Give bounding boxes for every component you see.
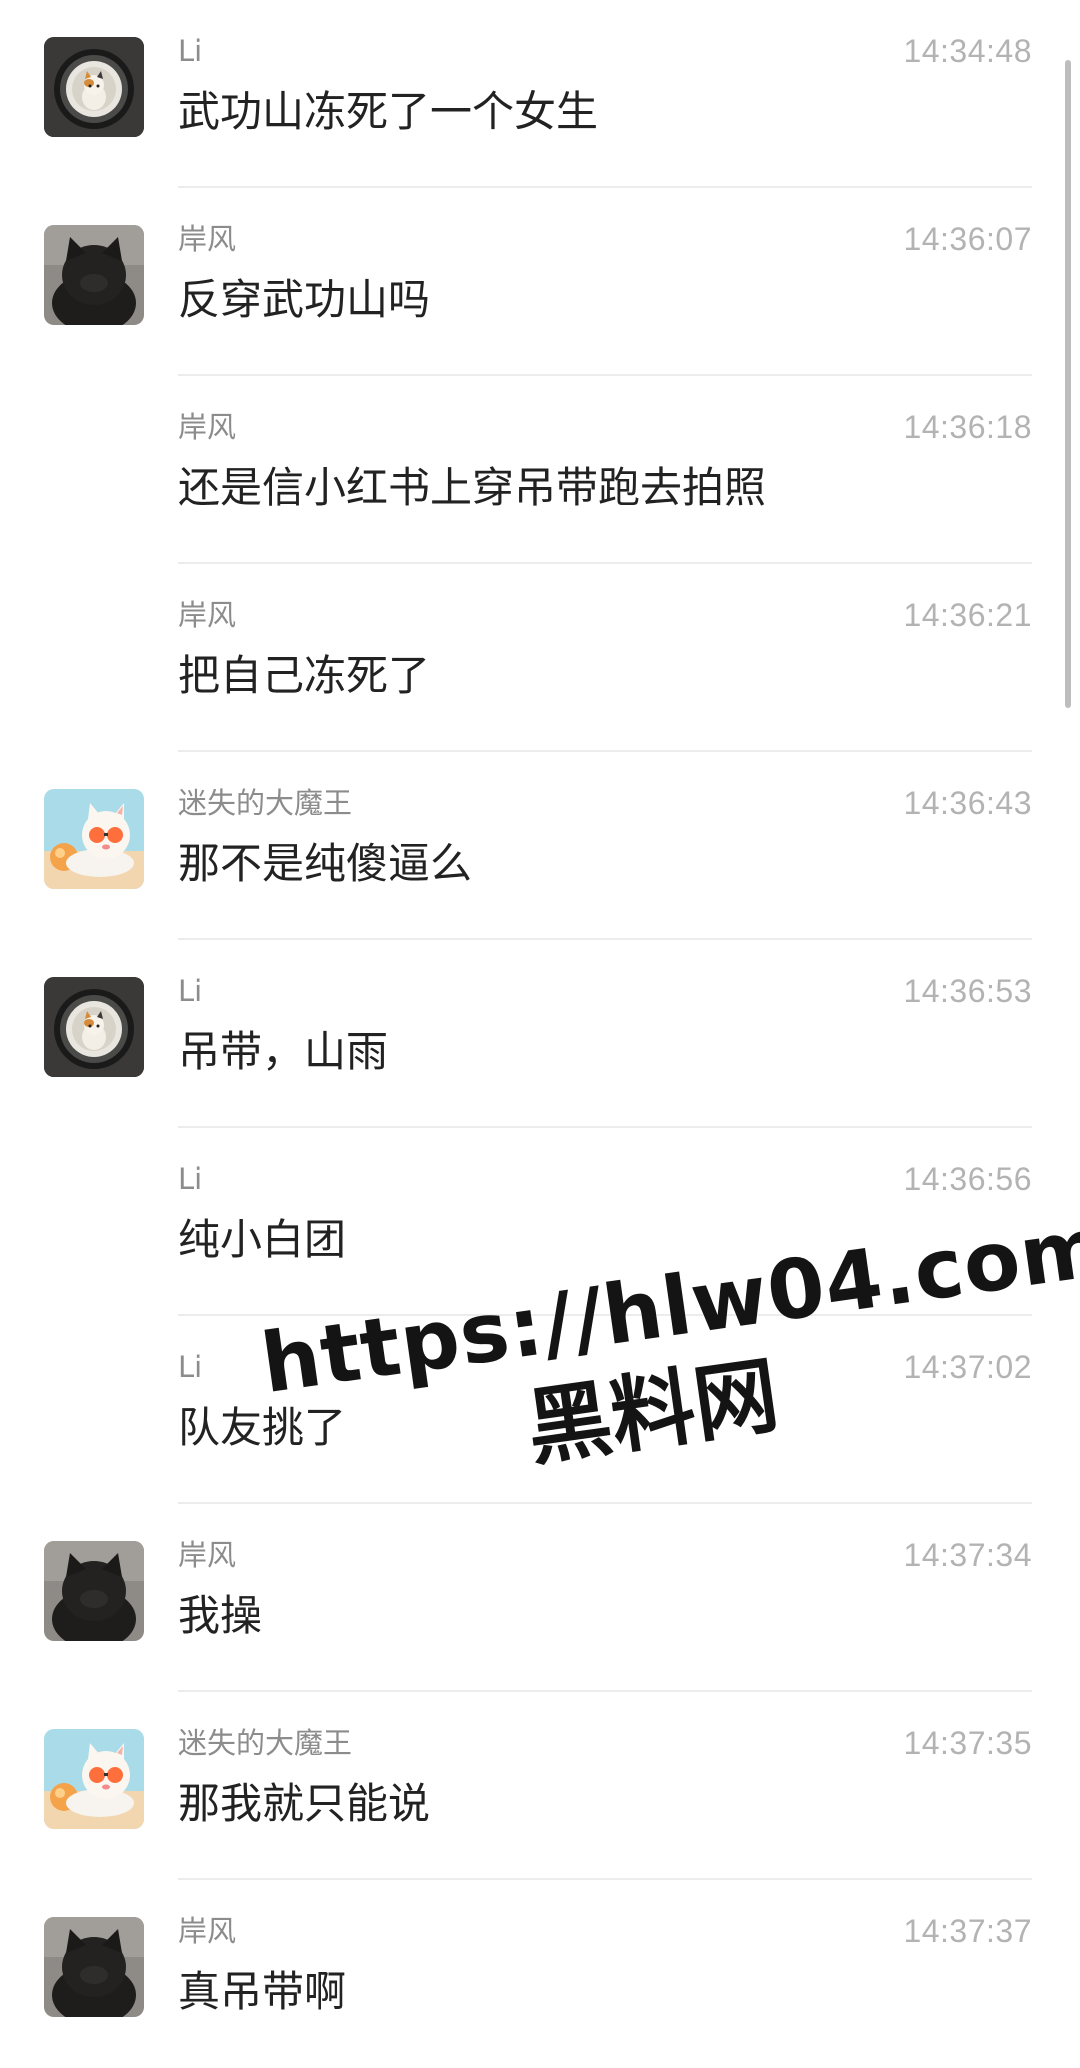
message-timestamp: 14:37:35 [903, 1725, 1032, 1761]
chat-message[interactable]: 岸风 14:36:07 反穿武功山吗 [0, 188, 1080, 376]
chat-message[interactable]: 迷失的大魔王 14:36:43 那不是纯傻逼么 [0, 752, 1080, 940]
cat-in-washing-machine-avatar-icon [44, 977, 144, 1077]
avatar[interactable] [44, 977, 144, 1077]
avatar[interactable] [44, 789, 144, 889]
avatar[interactable] [44, 1729, 144, 1829]
chat-message[interactable]: 岸风 14:37:34 我操 [0, 1504, 1080, 1692]
scrollbar[interactable] [1065, 60, 1071, 708]
black-cat-avatar-icon [44, 225, 144, 325]
chat-message[interactable]: Li 14:34:48 武功山冻死了一个女生 [0, 0, 1080, 188]
sender-name: Li [178, 974, 203, 1008]
sender-name: 岸风 [178, 410, 237, 444]
sender-name: 岸风 [178, 598, 237, 632]
chat-message[interactable]: Li 14:36:56 纯小白团 [0, 1128, 1080, 1316]
chat-message[interactable]: Li 14:37:02 队友挑了 [0, 1316, 1080, 1504]
avatar[interactable] [44, 1917, 144, 2017]
cartoon-cat-sunglasses-avatar-icon [44, 789, 144, 889]
message-timestamp: 14:37:37 [903, 1913, 1032, 1949]
sender-name: 岸风 [178, 1538, 237, 1572]
message-text: 那不是纯傻逼么 [178, 839, 473, 888]
sender-name: Li [178, 34, 203, 68]
message-text: 队友挑了 [178, 1403, 347, 1452]
message-timestamp: 14:37:34 [903, 1537, 1032, 1573]
avatar[interactable] [44, 225, 144, 325]
message-timestamp: 14:36:18 [903, 409, 1032, 445]
message-text: 还是信小红书上穿吊带跑去拍照 [178, 463, 767, 512]
black-cat-avatar-icon [44, 1917, 144, 2017]
message-text: 我操 [178, 1591, 263, 1640]
message-text: 把自己冻死了 [178, 651, 431, 700]
chat-message[interactable]: 迷失的大魔王 14:37:35 那我就只能说 [0, 1692, 1080, 1880]
chat-message[interactable]: Li 14:36:53 吊带，山雨 [0, 940, 1080, 1128]
avatar[interactable] [44, 37, 144, 137]
chat-message[interactable]: 岸风 14:36:18 还是信小红书上穿吊带跑去拍照 [0, 376, 1080, 564]
sender-name: 岸风 [178, 1914, 237, 1948]
message-timestamp: 14:37:02 [903, 1349, 1032, 1385]
message-timestamp: 14:36:56 [903, 1161, 1032, 1197]
chat-message[interactable]: 岸风 14:37:37 真吊带啊 [0, 1880, 1080, 2068]
black-cat-avatar-icon [44, 1541, 144, 1641]
chat-message[interactable]: 岸风 14:36:21 把自己冻死了 [0, 564, 1080, 752]
message-timestamp: 14:36:43 [903, 785, 1032, 821]
sender-name: 岸风 [178, 222, 237, 256]
message-text: 吊带，山雨 [178, 1027, 389, 1076]
cartoon-cat-sunglasses-avatar-icon [44, 1729, 144, 1829]
message-timestamp: 14:36:53 [903, 973, 1032, 1009]
avatar[interactable] [44, 1541, 144, 1641]
chat-message-list: Li 14:34:48 武功山冻死了一个女生 岸风 14:36:07 反穿武功山吗 岸风 1… [0, 0, 1080, 2068]
sender-name: Li [178, 1350, 203, 1384]
message-text: 真吊带啊 [178, 1967, 347, 2016]
message-text: 那我就只能说 [178, 1779, 431, 1828]
sender-name: 迷失的大魔王 [178, 1726, 353, 1760]
message-text: 武功山冻死了一个女生 [178, 87, 599, 136]
message-timestamp: 14:36:07 [903, 221, 1032, 257]
message-timestamp: 14:36:21 [903, 597, 1032, 633]
message-text: 反穿武功山吗 [178, 275, 431, 324]
sender-name: 迷失的大魔王 [178, 786, 353, 820]
message-timestamp: 14:34:48 [903, 33, 1032, 69]
sender-name: Li [178, 1162, 203, 1196]
cat-in-washing-machine-avatar-icon [44, 37, 144, 137]
message-text: 纯小白团 [178, 1215, 347, 1264]
